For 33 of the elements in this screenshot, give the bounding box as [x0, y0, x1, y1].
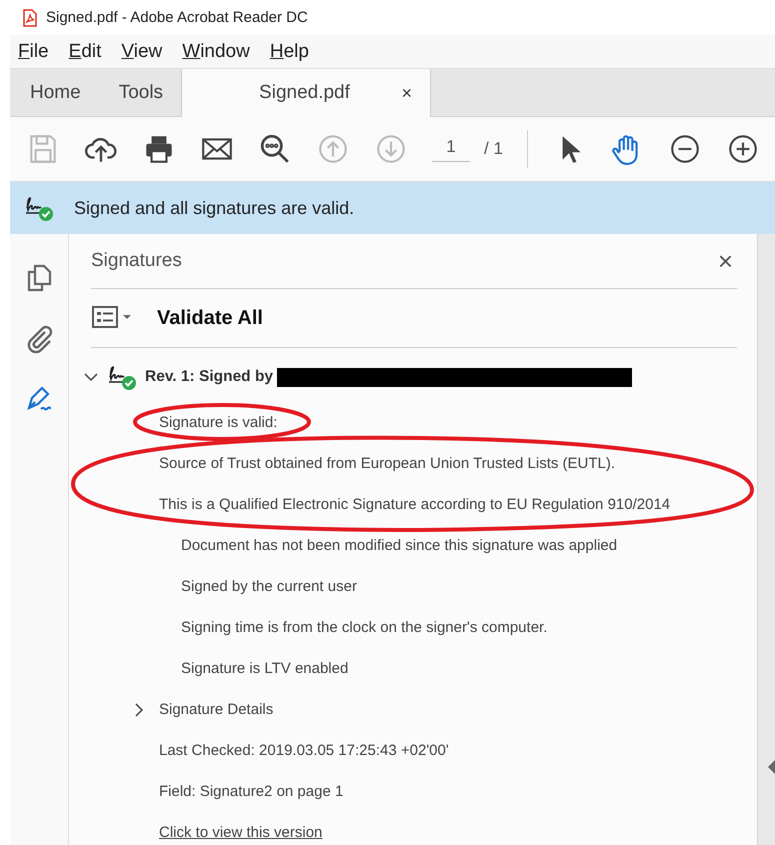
close-button[interactable]: ×	[718, 246, 733, 276]
tab[interactable]: Tools	[98, 69, 182, 116]
menu-item[interactable]: View	[121, 40, 162, 62]
detail-text: Signature is LTV enabled	[181, 660, 348, 677]
view-version-link[interactable]: Click to view this version	[159, 824, 322, 841]
banner-text: Signed and all signatures are valid.	[74, 198, 354, 218]
tab[interactable]: Home	[10, 69, 99, 116]
tab[interactable]: Signed.pdf ×	[181, 69, 432, 117]
window-title: Signed.pdf - Adobe Acrobat Reader DC	[46, 9, 308, 26]
detail-text: Document has not been modified since this signature was applied	[181, 537, 618, 554]
validate-all-button[interactable]: Validate All	[157, 306, 263, 330]
close-tab-button[interactable]: ×	[402, 82, 412, 104]
detail-text: Signature is valid:	[159, 414, 278, 431]
detail-text: Signing time is from the clock on the signer's computer.	[181, 619, 548, 636]
collapse-arrow-icon[interactable]	[766, 759, 775, 775]
detail-text: Source of Trust obtained from European Union Trusted Lists (EUTL).	[159, 455, 616, 472]
panel-title: Signatures	[91, 250, 182, 272]
menu-item[interactable]: Help	[270, 40, 309, 62]
detail-text: Signed by the current user	[181, 578, 357, 595]
tab-label: Home	[30, 82, 81, 104]
tab-label: Tools	[118, 82, 164, 104]
menu-item[interactable]: Edit	[68, 40, 102, 62]
revision-label: Rev. 1: Signed by	[145, 368, 274, 386]
details-toggle[interactable]: Signature Details	[159, 701, 274, 718]
page-total: / 1	[484, 139, 503, 159]
page-number-field[interactable]: 1	[432, 136, 470, 162]
detail-text: Field: Signature2 on page 1	[159, 783, 344, 800]
menu-item[interactable]: File	[18, 40, 49, 62]
tab-label: Signed.pdf	[259, 82, 350, 104]
menu-item[interactable]: Window	[182, 40, 250, 62]
detail-text: This is a Qualified Electronic Signature according to EU Regulation 910/2014	[159, 496, 670, 513]
pdf-file-icon	[22, 8, 38, 26]
detail-text: Last Checked: 2019.03.05 17:25:43 +02'00'	[159, 742, 449, 759]
